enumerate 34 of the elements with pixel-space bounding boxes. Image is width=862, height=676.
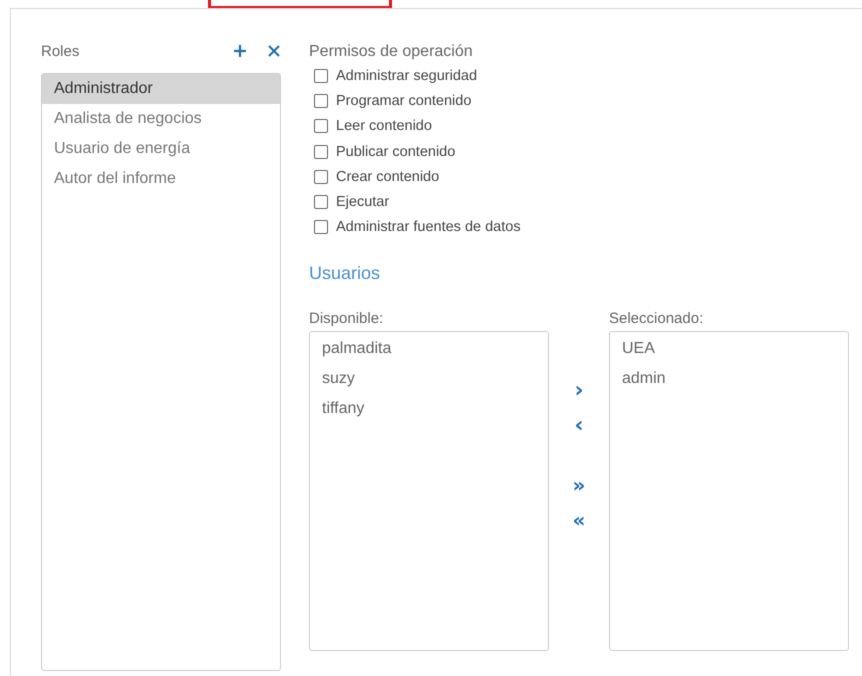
add-icon[interactable]: [233, 44, 247, 58]
role-item[interactable]: Autor del informe: [42, 164, 280, 194]
checkbox-label: Crear contenido: [336, 168, 440, 185]
available-label: Disponible:: [309, 309, 384, 330]
checkbox-label: Ejecutar: [336, 194, 390, 210]
role-item[interactable]: Administrador: [42, 74, 280, 104]
checkbox[interactable]: [314, 220, 328, 234]
roles-label: Roles: [41, 42, 80, 60]
checkbox[interactable]: [314, 195, 328, 210]
move-button[interactable]: »: [567, 471, 591, 500]
user-item[interactable]: palmadita: [310, 334, 548, 364]
permissions-heading: Permisos de operación: [309, 42, 474, 62]
users-heading: Usuarios: [309, 263, 382, 286]
checkbox-label: Programar contenido: [336, 92, 472, 109]
role-item[interactable]: Analista de negocios: [42, 104, 280, 134]
user-item[interactable]: admin: [610, 364, 848, 394]
checkbox-label: Publicar contenido: [336, 144, 456, 160]
user-item[interactable]: suzy: [310, 364, 548, 394]
move-button[interactable]: ‹: [567, 412, 591, 440]
move-button[interactable]: «: [567, 506, 591, 534]
checkbox-label: Administrar fuentes de datos: [336, 219, 521, 236]
checkbox-label: Administrar seguridad: [336, 68, 478, 84]
checkbox[interactable]: [314, 68, 328, 83]
checkbox[interactable]: [314, 119, 328, 134]
role-item[interactable]: Usuario de energía: [42, 134, 280, 164]
checkbox[interactable]: [314, 144, 328, 159]
checkbox[interactable]: [314, 94, 328, 108]
user-item[interactable]: tiffany: [310, 394, 548, 424]
close-icon[interactable]: [267, 44, 281, 58]
selected-label: Seleccionado:: [609, 309, 704, 330]
move-button[interactable]: ›: [567, 377, 591, 406]
checkbox[interactable]: [314, 170, 328, 184]
checkbox-label: Leer contenido: [336, 118, 432, 134]
user-item[interactable]: UEA: [610, 334, 848, 364]
